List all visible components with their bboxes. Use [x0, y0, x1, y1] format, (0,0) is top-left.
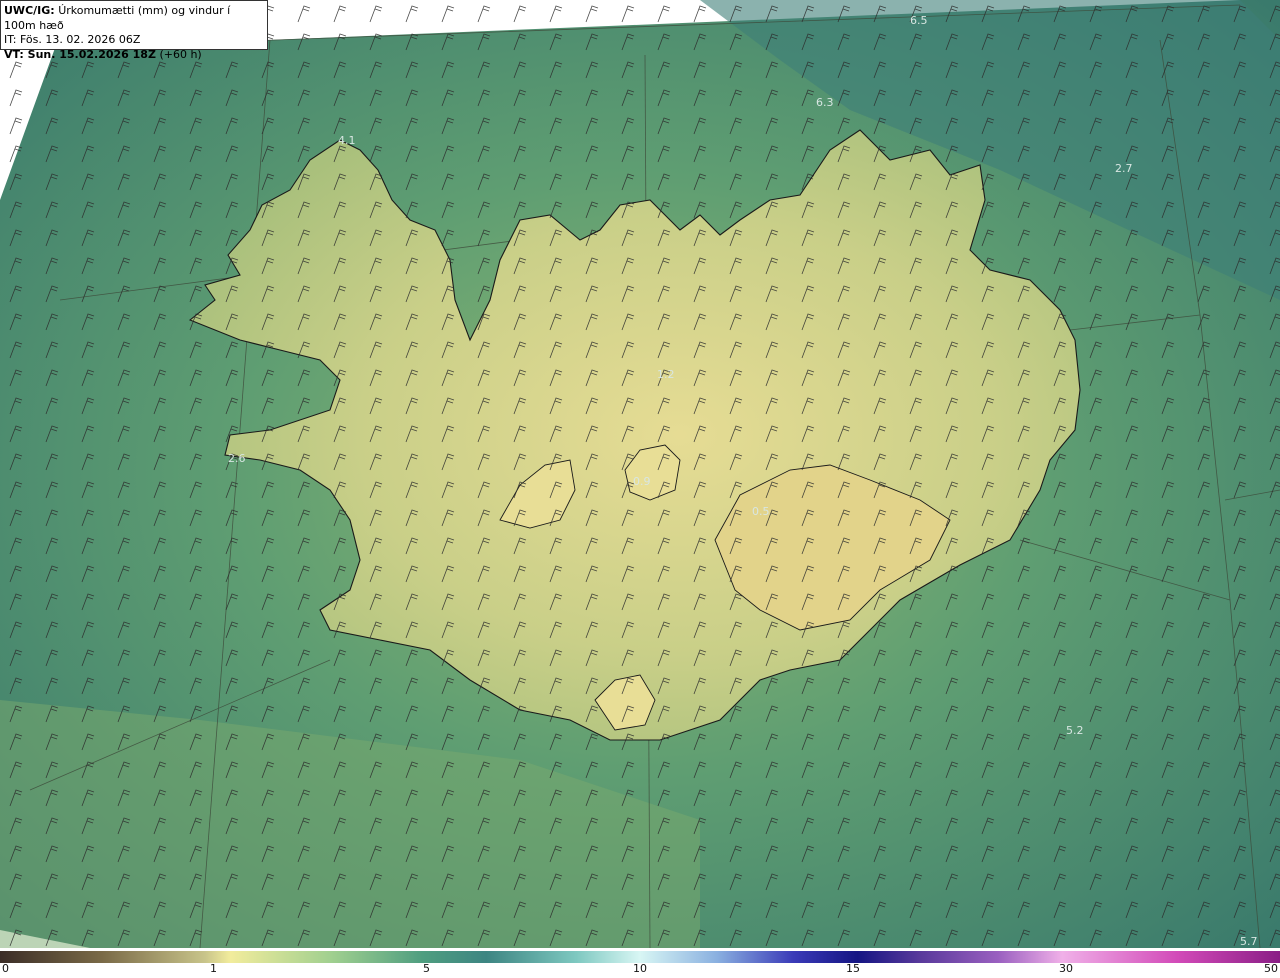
value-label: 2.7 — [1115, 162, 1133, 175]
colorbar — [0, 948, 1280, 963]
valid-time: VT: Sun. 15.02.2026 18Z — [4, 47, 156, 61]
wind-barbs-layer — [0, 0, 1280, 948]
colorbar-tick: 15 — [846, 962, 860, 975]
value-label: 5.7 — [1240, 935, 1258, 948]
value-label: 0.9 — [633, 475, 651, 488]
colorbar-tick: 50 — [1264, 962, 1278, 975]
colorbar-tick: 1 — [210, 962, 217, 975]
title-line: UWC/IG: Úrkomumætti (mm) og vindur í 100… — [4, 4, 264, 33]
product-code: UWC/IG: — [4, 4, 55, 17]
precipitation-map: 6.5 6.3 4.1 2.7 1.2 2.6 0.9 0.5 5.2 5.7 … — [0, 0, 1280, 948]
issue-time: IT: Fös. 13. 02. 2026 06Z — [4, 33, 141, 46]
value-label: 2.6 — [228, 452, 246, 465]
valid-time-line: VT: Sun. 15.02.2026 18Z (+60 h) — [4, 48, 264, 63]
value-label: 6.3 — [816, 96, 834, 109]
colorbar-tick: 30 — [1059, 962, 1073, 975]
forecast-offset: (+60 h) — [159, 47, 202, 61]
colorbar-tick: 0 — [2, 962, 9, 975]
colorbar-tick: 10 — [633, 962, 647, 975]
value-label: 6.5 — [910, 14, 928, 27]
value-label: 5.2 — [1066, 724, 1084, 737]
colorbar-tick: 5 — [423, 962, 430, 975]
value-label: 4.1 — [338, 134, 356, 147]
value-label: 1.2 — [657, 368, 675, 381]
map-canvas: 6.5 6.3 4.1 2.7 1.2 2.6 0.9 0.5 5.2 5.7 — [0, 0, 1280, 948]
value-label: 0.5 — [752, 505, 770, 518]
map-title-box: UWC/IG: Úrkomumætti (mm) og vindur í 100… — [0, 0, 268, 61]
colorbar-ticks: 0 1 5 10 15 30 50 — [0, 960, 1280, 978]
